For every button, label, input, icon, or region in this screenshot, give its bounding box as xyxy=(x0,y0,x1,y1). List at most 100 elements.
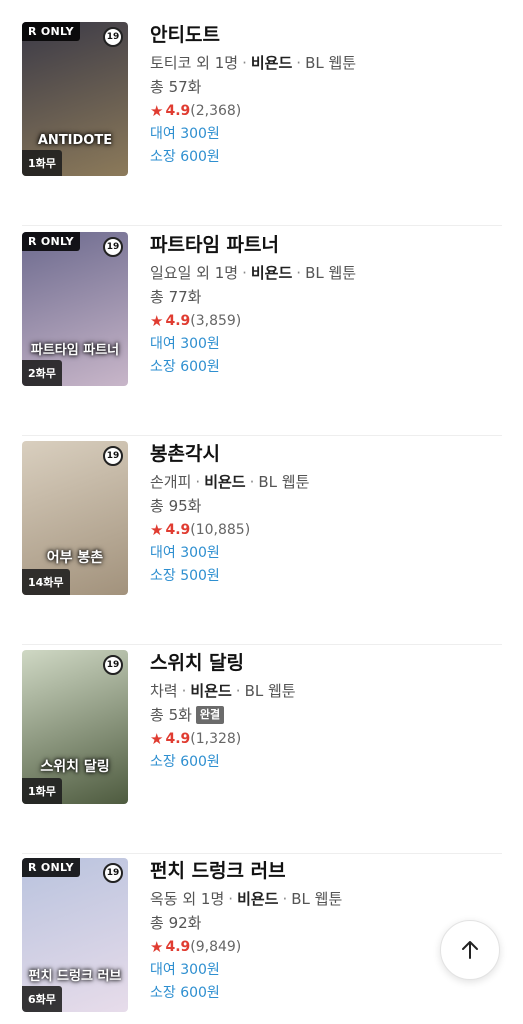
cover-logo: ANTIDOTE xyxy=(37,133,113,148)
item-title[interactable]: 봉촌각시 xyxy=(150,441,502,467)
rating-score: 4.9 xyxy=(165,522,191,538)
genre-label: BL 웹툰 xyxy=(258,473,310,491)
item-info: 안티도트 토티코 외 1명 · 비욘드 · BL 웹툰 총 57화 ★ 4.9 (2,368) 대여… xyxy=(150,22,502,168)
star-icon: ★ xyxy=(150,312,164,330)
price-label[interactable]: 소장 600원 xyxy=(150,982,502,1004)
arrow-up-icon xyxy=(462,941,478,959)
cover-logo: 어부 봉촌 xyxy=(46,550,104,566)
star-icon: ★ xyxy=(150,730,164,748)
genre-label: BL 웹툰 xyxy=(305,264,357,282)
cover-thumbnail[interactable]: 19 스위치 달링 1화무 xyxy=(22,650,128,804)
star-icon: ★ xyxy=(150,938,164,956)
price-label[interactable]: 소장 600원 xyxy=(150,356,502,378)
price-label[interactable]: 소장 600원 xyxy=(150,751,502,773)
cover-thumbnail[interactable]: 19 어부 봉촌 14화무 xyxy=(22,441,128,595)
free-episodes-badge: 1화무 xyxy=(22,150,62,176)
separator-dot: · xyxy=(249,473,255,491)
publisher-name[interactable]: 비욘드 xyxy=(251,264,292,282)
item-meta: 옥동 외 1명 · 비욘드 · BL 웹툰 xyxy=(150,888,502,910)
r-only-badge: R ONLY xyxy=(22,232,80,251)
rating-score: 4.9 xyxy=(165,731,191,747)
age-rating-badge: 19 xyxy=(103,237,123,257)
rating-score: 4.9 xyxy=(165,103,191,119)
publisher-name[interactable]: 비욘드 xyxy=(204,473,245,491)
cover-logo: 스위치 달링 xyxy=(40,759,110,775)
scroll-to-top-button[interactable] xyxy=(440,920,500,980)
episode-count-row: 총 5화 완결 xyxy=(150,704,502,726)
age-rating-badge: 19 xyxy=(103,655,123,675)
star-icon: ★ xyxy=(150,102,164,120)
author-name[interactable]: 차력 xyxy=(150,682,178,700)
separator-dot: · xyxy=(296,264,302,282)
publisher-name[interactable]: 비욘드 xyxy=(251,54,292,72)
author-name[interactable]: 일요일 외 1명 xyxy=(150,264,238,282)
cover-thumbnail[interactable]: R ONLY 19 ANTIDOTE 1화무 xyxy=(22,22,128,176)
free-episodes-badge: 2화무 xyxy=(22,360,62,386)
episode-count: 총 92화 xyxy=(150,914,202,932)
cover-logo: 파트타임 파트너 xyxy=(30,343,120,358)
webtoon-item[interactable]: R ONLY 19 파트타임 파트너 2화무 파트타임 파트너 일요일 외 1명 · 비욘드 ·… xyxy=(22,232,502,436)
free-episodes-badge: 14화무 xyxy=(22,569,70,595)
separator-dot: · xyxy=(282,890,288,908)
item-meta: 차력 · 비욘드 · BL 웹툰 xyxy=(150,680,502,702)
rating-score: 4.9 xyxy=(165,939,191,955)
author-name[interactable]: 옥동 외 1명 xyxy=(150,890,224,908)
cover-thumbnail[interactable]: R ONLY 19 파트타임 파트너 2화무 xyxy=(22,232,128,386)
separator-dot: · xyxy=(296,54,302,72)
item-info: 스위치 달링 차력 · 비욘드 · BL 웹툰 총 5화 완결 ★ 4.9 (1,328) 소장 60… xyxy=(150,650,502,773)
separator-dot: · xyxy=(195,473,201,491)
item-divider xyxy=(22,435,502,436)
separator-dot: · xyxy=(235,682,241,700)
price-label[interactable]: 대여 300원 xyxy=(150,542,502,564)
item-title[interactable]: 파트타임 파트너 xyxy=(150,232,502,258)
price-label[interactable]: 소장 600원 xyxy=(150,146,502,168)
episode-count-row: 총 95화 xyxy=(150,495,502,517)
item-meta: 토티코 외 1명 · 비욘드 · BL 웹툰 xyxy=(150,52,502,74)
publisher-name[interactable]: 비욘드 xyxy=(237,890,278,908)
rating-row: ★ 4.9 (2,368) xyxy=(150,100,502,122)
rating-score: 4.9 xyxy=(165,313,191,329)
price-label[interactable]: 대여 300원 xyxy=(150,123,502,145)
price-label[interactable]: 대여 300원 xyxy=(150,333,502,355)
cover-thumbnail[interactable]: R ONLY 19 펀치 드렁크 러브 6화무 xyxy=(22,858,128,1012)
webtoon-item[interactable]: 19 스위치 달링 1화무 스위치 달링 차력 · 비욘드 · BL 웹툰 총 5화 완결 ★ 4.9(… xyxy=(22,650,502,854)
episode-count-row: 총 57화 xyxy=(150,76,502,98)
age-rating-badge: 19 xyxy=(103,27,123,47)
cover-logo: 펀치 드렁크 러브 xyxy=(28,969,122,984)
separator-dot: · xyxy=(181,682,187,700)
item-divider xyxy=(22,853,502,854)
episode-count: 총 5화 xyxy=(150,706,192,724)
age-rating-badge: 19 xyxy=(103,863,123,883)
webtoon-item[interactable]: R ONLY 19 펀치 드렁크 러브 6화무 펀치 드렁크 러브 옥동 외 1명 · 비욘드… xyxy=(22,858,502,1024)
item-meta: 손개피 · 비욘드 · BL 웹툰 xyxy=(150,471,502,493)
review-count: (1,328) xyxy=(190,731,242,747)
publisher-name[interactable]: 비욘드 xyxy=(190,682,231,700)
r-only-badge: R ONLY xyxy=(22,858,80,877)
star-icon: ★ xyxy=(150,521,164,539)
author-name[interactable]: 손개피 xyxy=(150,473,191,491)
item-title[interactable]: 스위치 달링 xyxy=(150,650,502,676)
item-title[interactable]: 안티도트 xyxy=(150,22,502,48)
rating-row: ★ 4.9 (3,859) xyxy=(150,310,502,332)
webtoon-item[interactable]: R ONLY 19 ANTIDOTE 1화무 안티도트 토티코 외 1명 · 비욘드 · BL 웹… xyxy=(22,22,502,226)
item-title[interactable]: 펀치 드렁크 러브 xyxy=(150,858,502,884)
review-count: (2,368) xyxy=(190,103,242,119)
author-name[interactable]: 토티코 외 1명 xyxy=(150,54,238,72)
rating-row: ★ 4.9 (1,328) xyxy=(150,728,502,750)
separator-dot: · xyxy=(242,264,247,282)
webtoon-item[interactable]: 19 어부 봉촌 14화무 봉촌각시 손개피 · 비욘드 · BL 웹툰 총 95화 ★ 4.9 (10… xyxy=(22,441,502,645)
item-divider xyxy=(22,644,502,645)
item-divider xyxy=(22,225,502,226)
episode-count: 총 77화 xyxy=(150,288,202,306)
episode-count: 총 95화 xyxy=(150,497,202,515)
r-only-badge: R ONLY xyxy=(22,22,80,41)
review-count: (3,859) xyxy=(190,313,242,329)
genre-label: BL 웹툰 xyxy=(305,54,357,72)
price-label[interactable]: 소장 500원 xyxy=(150,565,502,587)
episode-count-row: 총 77화 xyxy=(150,286,502,308)
completed-badge: 완결 xyxy=(195,706,225,724)
genre-label: BL 웹툰 xyxy=(244,682,296,700)
age-rating-badge: 19 xyxy=(103,446,123,466)
separator-dot: · xyxy=(242,54,247,72)
free-episodes-badge: 1화무 xyxy=(22,778,62,804)
